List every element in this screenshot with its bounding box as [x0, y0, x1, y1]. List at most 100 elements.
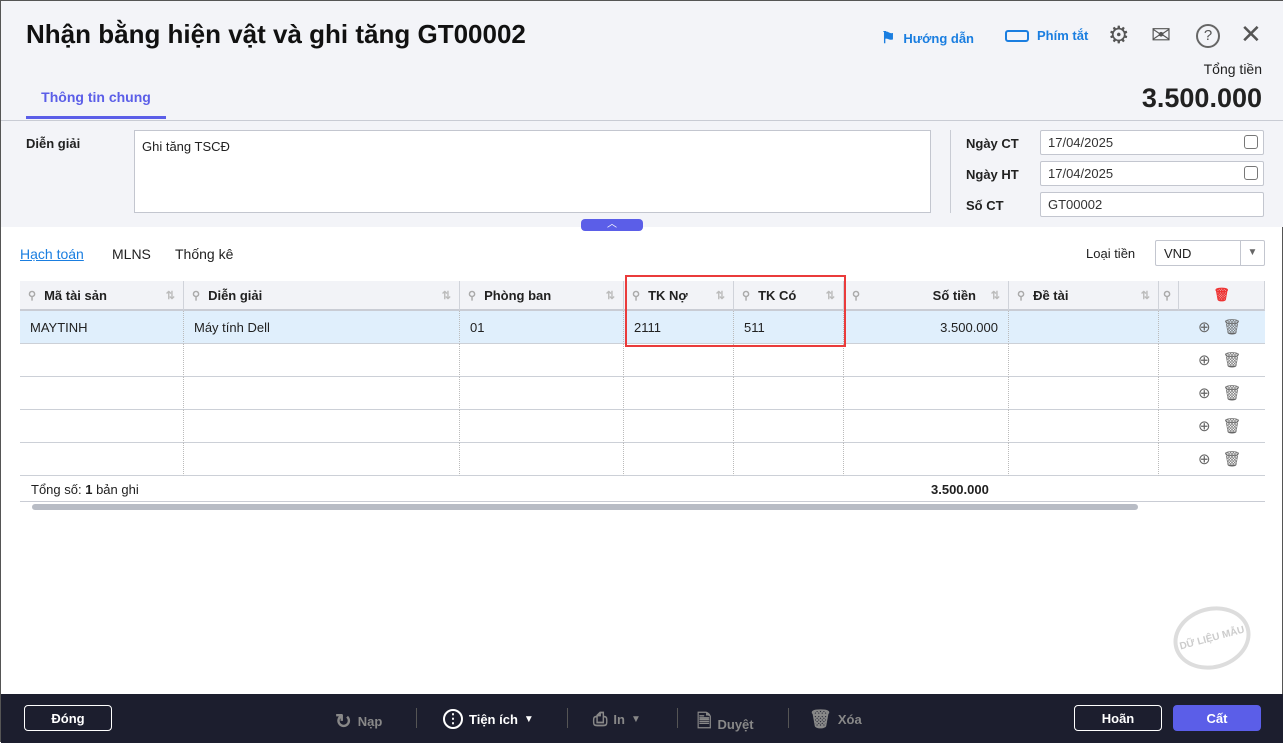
table-cell[interactable] [184, 410, 460, 443]
table-cell[interactable] [844, 344, 1009, 377]
table-cell[interactable] [1159, 377, 1180, 410]
table-cell[interactable] [20, 377, 184, 410]
calendar-icon[interactable] [1244, 166, 1258, 180]
pin-icon[interactable]: ⚲ [28, 289, 36, 302]
table-cell[interactable] [1009, 311, 1159, 344]
add-row-icon[interactable]: ⊕ [1198, 417, 1211, 435]
table-cell[interactable] [20, 344, 184, 377]
column-header[interactable]: ⚲ Mã tài sản ⇅ [20, 281, 184, 311]
sort-icon[interactable]: ⇅ [442, 289, 451, 302]
column-header[interactable]: ⚲ Phòng ban ⇅ [460, 281, 624, 311]
add-row-icon[interactable]: ⊕ [1198, 351, 1211, 369]
sort-icon[interactable]: ⇅ [1141, 289, 1150, 302]
tab-general-info[interactable]: Thông tin chung [26, 81, 166, 119]
subtab-mlns[interactable]: MLNS [112, 246, 151, 262]
sort-icon[interactable]: ⇅ [606, 289, 615, 302]
table-cell[interactable] [460, 377, 624, 410]
pin-icon[interactable]: ⚲ [192, 289, 200, 302]
save-button[interactable]: Cất [1173, 705, 1261, 731]
gear-icon[interactable]: ⚙ [1108, 21, 1130, 50]
pin-icon[interactable]: ⚲ [1017, 289, 1025, 302]
table-cell[interactable] [1159, 443, 1180, 476]
table-cell[interactable] [624, 344, 734, 377]
table-cell[interactable] [1009, 377, 1159, 410]
table-cell[interactable] [734, 377, 844, 410]
subtab-thong-ke[interactable]: Thống kê [175, 246, 233, 262]
add-row-icon[interactable]: ⊕ [1198, 318, 1211, 336]
approve-button[interactable]: 🗎 Duyệt [697, 709, 754, 739]
pin-icon[interactable]: ⚲ [1163, 289, 1171, 302]
more-icon: ⋮ [443, 709, 463, 729]
column-header[interactable]: ⚲ Số tiền ⇅ [844, 281, 1009, 311]
table-cell[interactable] [184, 377, 460, 410]
table-cell[interactable] [624, 377, 734, 410]
table-cell[interactable] [844, 377, 1009, 410]
shortcuts-button[interactable]: Phím tắt [1005, 28, 1088, 43]
delete-row-icon[interactable]: 🗑 [1223, 351, 1242, 369]
table-cell[interactable] [460, 344, 624, 377]
add-row-icon[interactable]: ⊕ [1198, 384, 1211, 402]
horizontal-scrollbar[interactable] [32, 504, 1138, 510]
table-cell[interactable] [460, 443, 624, 476]
collapse-button[interactable]: ︿ [581, 219, 643, 231]
delete-row-icon[interactable]: 🗑 [1223, 318, 1242, 336]
currency-select[interactable]: VND ▼ [1155, 240, 1265, 266]
table-cell[interactable] [734, 443, 844, 476]
delete-row-icon[interactable]: 🗑 [1223, 384, 1242, 402]
row-actions: ⊕ 🗑 [1198, 384, 1242, 402]
pin-icon[interactable]: ⚲ [852, 289, 860, 302]
pin-icon[interactable]: ⚲ [468, 289, 476, 302]
description-input[interactable]: Ghi tăng TSCĐ [134, 130, 931, 213]
add-row-icon[interactable]: ⊕ [1198, 450, 1211, 468]
table-cell[interactable] [1009, 443, 1159, 476]
help-icon[interactable]: ? [1196, 24, 1220, 48]
column-header[interactable]: ⚲ Đề tài ⇅ [1009, 281, 1159, 311]
sort-icon[interactable]: ⇅ [991, 289, 1000, 302]
subtab-hach-toan[interactable]: Hạch toán [20, 246, 84, 262]
calendar-icon[interactable] [1244, 135, 1258, 149]
table-cell[interactable] [844, 410, 1009, 443]
table-cell[interactable]: 01 [460, 311, 624, 344]
table-cell[interactable]: Máy tính Dell [184, 311, 460, 344]
table-cell[interactable]: 3.500.000 [844, 311, 1009, 344]
cancel-button[interactable]: Hoãn [1074, 705, 1162, 731]
table-cell[interactable] [1159, 311, 1180, 344]
mail-icon[interactable]: ✉ [1151, 21, 1171, 50]
table-cell[interactable] [844, 443, 1009, 476]
table-cell[interactable] [184, 344, 460, 377]
table-cell[interactable] [20, 443, 184, 476]
table-cell[interactable] [20, 410, 184, 443]
delete-all-header[interactable]: 🗑 [1179, 281, 1265, 311]
footer-toolbar: Đóng ↻ Nạp ⋮ Tiện ích ▼ ⎙ In ▼ 🗎 Duyệt 🗑 Xóa Ho… [1, 694, 1283, 743]
description-label: Diễn giải [26, 136, 81, 151]
table-cell[interactable] [734, 410, 844, 443]
document-icon: 🗎 [697, 711, 712, 731]
table-cell[interactable] [1159, 410, 1180, 443]
close-button[interactable]: Đóng [24, 705, 112, 731]
ngay-ct-input[interactable] [1040, 130, 1264, 155]
column-header[interactable]: ⚲ Diễn giải ⇅ [184, 281, 460, 311]
delete-row-icon[interactable]: 🗑 [1223, 450, 1242, 468]
delete-row-icon[interactable]: 🗑 [1223, 417, 1242, 435]
close-icon[interactable]: ✕ [1240, 19, 1262, 50]
table-cell[interactable] [1009, 410, 1159, 443]
print-button[interactable]: ⎙ In ▼ [593, 709, 641, 730]
table-cell[interactable] [624, 443, 734, 476]
table-cell[interactable] [1009, 344, 1159, 377]
chevron-down-icon[interactable]: ▼ [1240, 241, 1264, 265]
table-cell[interactable] [184, 443, 460, 476]
table-cell[interactable] [1159, 344, 1180, 377]
sort-icon[interactable]: ⇅ [166, 289, 175, 302]
table-cell[interactable] [624, 410, 734, 443]
table-cell[interactable] [734, 344, 844, 377]
highlight-box [625, 275, 846, 347]
so-ct-input[interactable] [1040, 192, 1264, 217]
delete-button[interactable]: 🗑 Xóa [809, 709, 862, 730]
utilities-button[interactable]: ⋮ Tiện ích ▼ [443, 709, 534, 729]
ngay-ht-input[interactable] [1040, 161, 1264, 186]
guide-button[interactable]: ⚑ Hướng dẫn [881, 28, 974, 48]
signpost-icon: ⚑ [881, 30, 896, 47]
table-cell[interactable] [460, 410, 624, 443]
table-cell[interactable]: MAYTINH [20, 311, 184, 344]
reload-button[interactable]: ↻ Nạp [335, 709, 382, 734]
